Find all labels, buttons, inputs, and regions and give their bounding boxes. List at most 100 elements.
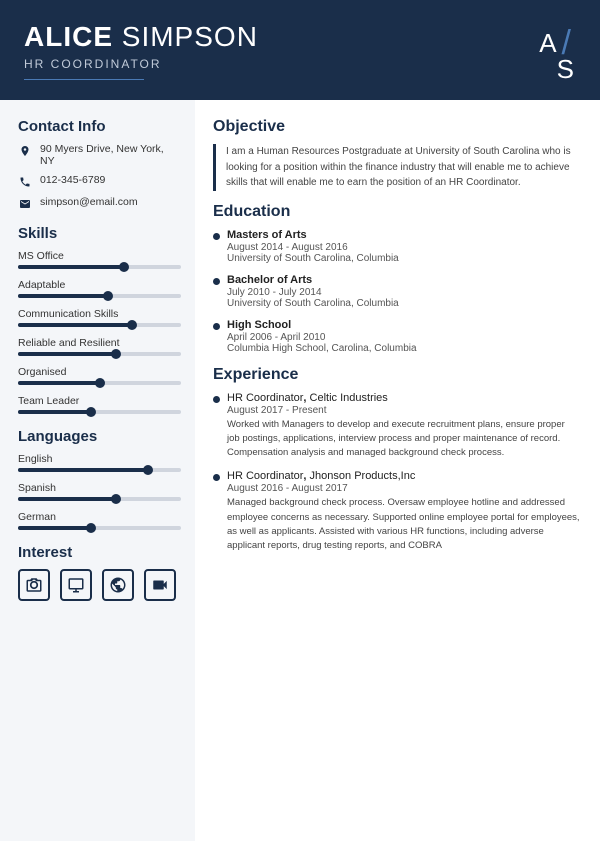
contact-email: simpson@email.com: [18, 196, 181, 211]
skill-bar-1: [18, 294, 181, 298]
skills-list: MS Office Adaptable Communication Skills: [18, 250, 181, 414]
edu-date-0: August 2014 - August 2016: [227, 242, 580, 253]
lang-dot-2: [86, 523, 96, 533]
header-name: ALICE SIMPSON: [24, 22, 258, 53]
lang-label-2: German: [18, 511, 181, 523]
skill-dot-5: [86, 407, 96, 417]
language-spanish: Spanish: [18, 482, 181, 501]
skill-dot-4: [95, 378, 105, 388]
interest-icon-camera: [18, 569, 50, 601]
email-text: simpson@email.com: [40, 196, 138, 208]
objective-text: I am a Human Resources Postgraduate at U…: [213, 144, 580, 191]
initials-layout: A / S: [539, 26, 576, 82]
header-title: HR COORDINATOR: [24, 57, 258, 71]
edu-date-2: April 2006 - April 2010: [227, 332, 580, 343]
left-column: Contact Info 90 Myers Drive, New York, N…: [0, 100, 195, 841]
lang-bar-2: [18, 526, 181, 530]
exp-title-1: HR Coordinator, Jhonson Products,Inc: [227, 470, 580, 482]
exp-title-0: HR Coordinator, Celtic Industries: [227, 392, 580, 404]
languages-list: English Spanish German: [18, 453, 181, 530]
phone-text: 012-345-6789: [40, 174, 105, 186]
body: Contact Info 90 Myers Drive, New York, N…: [0, 100, 600, 841]
skill-fill-0: [18, 265, 124, 269]
skill-label-3: Reliable and Resilient: [18, 337, 181, 349]
skill-dot-3: [111, 349, 121, 359]
objective-section-title: Objective: [213, 118, 580, 136]
last-name: SIMPSON: [122, 21, 258, 52]
skill-bar-2: [18, 323, 181, 327]
interest-icons: [18, 569, 181, 601]
lang-bar-0: [18, 468, 181, 472]
skill-bar-3: [18, 352, 181, 356]
language-english: English: [18, 453, 181, 472]
skill-bar-5: [18, 410, 181, 414]
header-left: ALICE SIMPSON HR COORDINATOR: [24, 22, 258, 80]
exp-role-1: HR Coordinator: [227, 470, 303, 482]
edu-item-bachelor: Bachelor of Arts July 2010 - July 2014 U…: [213, 274, 580, 309]
skill-ms-office: MS Office: [18, 250, 181, 269]
exp-item-0: HR Coordinator, Celtic Industries August…: [213, 392, 580, 461]
edu-school-0: University of South Carolina, Columbia: [227, 253, 580, 264]
lang-dot-1: [111, 494, 121, 504]
skill-adaptable: Adaptable: [18, 279, 181, 298]
edu-school-2: Columbia High School, Carolina, Columbia: [227, 343, 580, 354]
skill-label-5: Team Leader: [18, 395, 181, 407]
skill-label-1: Adaptable: [18, 279, 181, 291]
contact-phone: 012-345-6789: [18, 174, 181, 189]
right-column: Objective I am a Human Resources Postgra…: [195, 100, 600, 841]
skill-label-0: MS Office: [18, 250, 181, 262]
languages-section-title: Languages: [18, 428, 181, 445]
skill-fill-2: [18, 323, 132, 327]
exp-role-0: HR Coordinator: [227, 392, 303, 404]
contact-section-title: Contact Info: [18, 118, 181, 135]
header-divider: [24, 79, 144, 80]
lang-dot-0: [143, 465, 153, 475]
header: ALICE SIMPSON HR COORDINATOR A / S: [0, 0, 600, 100]
initial-s: S: [557, 56, 576, 82]
resume-container: ALICE SIMPSON HR COORDINATOR A / S: [0, 0, 600, 841]
education-list: Masters of Arts August 2014 - August 201…: [213, 229, 580, 354]
experience-section-title: Experience: [213, 366, 580, 384]
exp-date-1: August 2016 - August 2017: [227, 483, 580, 494]
edu-degree-2: High School: [227, 319, 580, 331]
lang-label-1: Spanish: [18, 482, 181, 494]
exp-desc-1: Managed background check process. Oversa…: [227, 496, 580, 553]
skill-bar-4: [18, 381, 181, 385]
skill-dot-0: [119, 262, 129, 272]
skill-organised: Organised: [18, 366, 181, 385]
exp-date-0: August 2017 - Present: [227, 405, 580, 416]
skill-reliable: Reliable and Resilient: [18, 337, 181, 356]
lang-fill-0: [18, 468, 148, 472]
initial-a: A: [539, 30, 558, 56]
language-german: German: [18, 511, 181, 530]
lang-fill-1: [18, 497, 116, 501]
lang-bar-1: [18, 497, 181, 501]
skill-label-2: Communication Skills: [18, 308, 181, 320]
phone-icon: [18, 175, 32, 189]
contact-address: 90 Myers Drive, New York, NY: [18, 143, 181, 167]
skill-fill-3: [18, 352, 116, 356]
interest-icon-globe: [102, 569, 134, 601]
exp-desc-0: Worked with Managers to develop and exec…: [227, 418, 580, 461]
location-icon: [18, 144, 32, 158]
skill-fill-4: [18, 381, 100, 385]
email-icon: [18, 197, 32, 211]
skill-label-4: Organised: [18, 366, 181, 378]
lang-label-0: English: [18, 453, 181, 465]
interest-icon-video: [144, 569, 176, 601]
education-section-title: Education: [213, 203, 580, 221]
interest-section-title: Interest: [18, 544, 181, 561]
skill-dot-1: [103, 291, 113, 301]
experience-list: HR Coordinator, Celtic Industries August…: [213, 392, 580, 554]
skill-fill-5: [18, 410, 91, 414]
interest-icon-monitor: [60, 569, 92, 601]
skill-fill-1: [18, 294, 108, 298]
edu-date-1: July 2010 - July 2014: [227, 287, 580, 298]
exp-item-1: HR Coordinator, Jhonson Products,Inc Aug…: [213, 470, 580, 553]
edu-degree-0: Masters of Arts: [227, 229, 580, 241]
edu-degree-1: Bachelor of Arts: [227, 274, 580, 286]
exp-company-label-1: Jhonson Products,Inc: [310, 470, 416, 482]
skill-dot-2: [127, 320, 137, 330]
header-initials: A / S: [539, 26, 576, 82]
edu-item-highschool: High School April 2006 - April 2010 Colu…: [213, 319, 580, 354]
